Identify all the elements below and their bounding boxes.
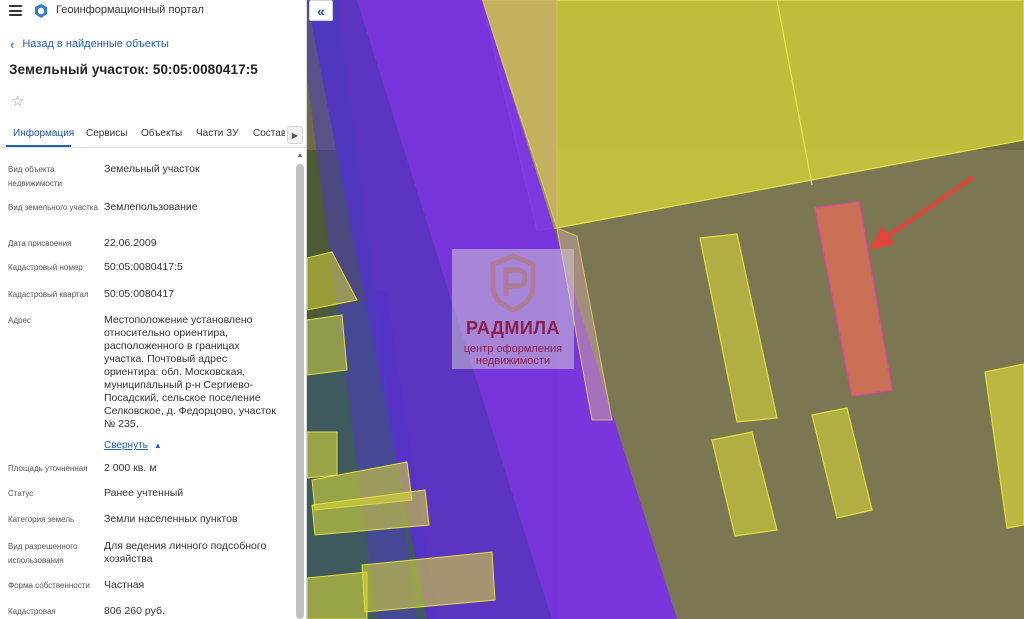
prop-label-assign-date: Дата присвоения — [8, 239, 72, 248]
prop-value-ownership: Частная — [104, 579, 145, 591]
prop-value-cadastral-number: 50:05:0080417:5 — [104, 261, 183, 273]
prop-value-land-type: Землепользование — [104, 201, 198, 213]
map-canvas[interactable] — [307, 0, 1024, 619]
prop-label-object-type: Вид объекта недвижимости — [8, 165, 62, 188]
prop-label-status: Статус — [8, 489, 34, 498]
map-parcel[interactable] — [307, 314, 348, 376]
tab-info[interactable]: Информация — [13, 128, 74, 139]
map-parcel[interactable] — [307, 571, 368, 619]
map-view[interactable] — [307, 0, 1024, 619]
prop-value-area: 2 000 кв. м — [104, 462, 157, 474]
prop-value-cadastral-quarter: 50:05:0080417 — [104, 288, 175, 300]
prop-value-status: Ранее учтенный — [104, 487, 184, 499]
tab-objects[interactable]: Объекты — [141, 128, 182, 139]
prop-label-ownership: Форма собственности — [8, 581, 90, 590]
prop-value-object-type: Земельный участок — [104, 163, 200, 175]
top-bar: Геоинформационный портал — [0, 0, 306, 24]
chevron-left-icon: ‹ — [10, 36, 15, 52]
prop-value-assign-date: 22.06.2009 — [104, 237, 157, 249]
prop-value-cadastral-value: 806 260 руб. — [104, 605, 165, 617]
chevron-up-icon: ▲ — [153, 441, 162, 450]
prop-label-land-type: Вид земельного участка — [8, 203, 98, 212]
double-chevron-left-icon[interactable]: « — [309, 0, 333, 21]
portal-logo-icon — [35, 4, 47, 18]
prop-label-area: Площадь уточненная — [8, 464, 88, 473]
collapse-address-link[interactable]: Свернуть ▲ — [104, 440, 162, 451]
prop-label-cadastral-number: Кадастровый номер — [8, 263, 83, 272]
prop-label-permitted-use: Вид разрешенного использования — [8, 542, 78, 565]
prop-label-land-category: Категория земель — [8, 515, 75, 524]
back-to-results-link[interactable]: ‹ Назад в найденные объекты — [10, 36, 169, 52]
map-parcel[interactable] — [307, 431, 338, 479]
scrollbar-thumb[interactable] — [296, 164, 304, 619]
panel-scrollbar[interactable]: ▲ — [296, 152, 304, 619]
back-link-label: Назад в найденные объекты — [22, 38, 169, 50]
tab-bar: Информация Сервисы Объекты Части ЗУ Сост… — [0, 124, 306, 148]
watermark-line-1: центр оформления — [463, 343, 563, 355]
menu-icon[interactable] — [9, 5, 22, 16]
prop-label-cadastral-quarter: Кадастровый квартал — [8, 290, 89, 299]
object-title: Земельный участок: 50:05:0080417:5 — [9, 62, 258, 77]
prop-value-permitted-use: Для ведения личного подсобного хозяйства — [104, 540, 267, 565]
prop-value-land-category: Земли населенных пунктов — [104, 513, 238, 525]
tab-parcel-parts[interactable]: Части ЗУ — [196, 128, 238, 139]
watermark-line-2: недвижимости — [475, 355, 551, 367]
tab-composition[interactable]: Состав — [253, 128, 285, 139]
tab-services[interactable]: Сервисы — [86, 128, 127, 139]
scroll-up-icon[interactable]: ▲ — [296, 152, 304, 160]
info-panel: Геоинформационный портал ‹ Назад в найде… — [0, 0, 307, 619]
app-title: Геоинформационный портал — [56, 4, 204, 16]
watermark-name: РАДМИЛА — [466, 318, 560, 338]
chevron-right-icon[interactable]: ▶ — [287, 126, 303, 144]
prop-label-address: Адрес — [8, 316, 31, 325]
star-icon[interactable]: ☆ — [11, 92, 24, 110]
prop-label-cadastral-value: Кадастровая — [8, 607, 56, 616]
collapse-label: Свернуть — [104, 440, 148, 451]
prop-value-address: Местоположение установлено относительно … — [104, 314, 276, 430]
active-tab-indicator — [6, 145, 71, 147]
